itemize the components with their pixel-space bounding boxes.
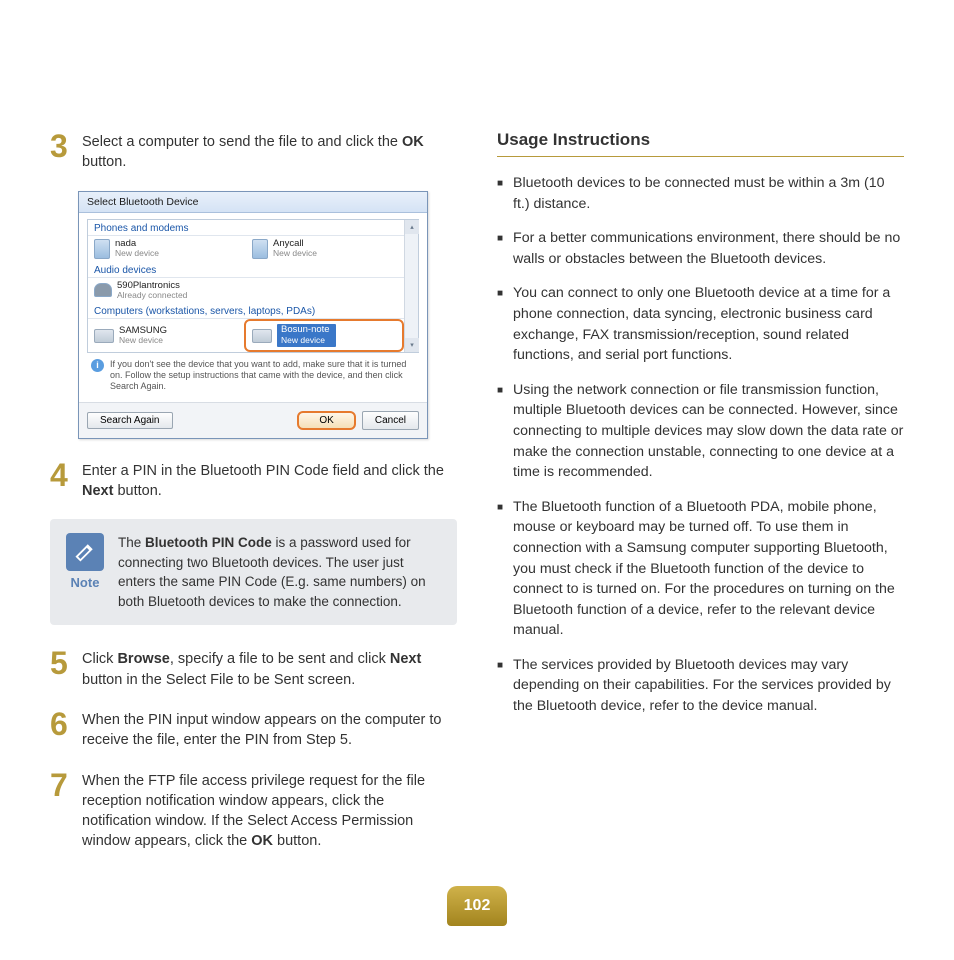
ok-button[interactable]: OK xyxy=(297,411,355,430)
laptop-icon xyxy=(252,329,272,343)
note-box: Note The Bluetooth PIN Code is a passwor… xyxy=(50,519,457,625)
list-item: The Bluetooth function of a Bluetooth PD… xyxy=(497,497,904,641)
category-audio: Audio devices xyxy=(88,262,404,278)
list-item: You can connect to only one Bluetooth de… xyxy=(497,283,904,365)
category-computers: Computers (workstations, servers, laptop… xyxy=(88,303,404,319)
scroll-up-icon[interactable]: ▴ xyxy=(405,220,419,234)
step-text: Click Browse, specify a file to be sent … xyxy=(82,647,457,690)
category-phones: Phones and modems xyxy=(88,220,404,236)
step-number: 4 xyxy=(50,459,74,491)
note-text: The Bluetooth PIN Code is a password use… xyxy=(118,533,441,611)
cancel-button[interactable]: Cancel xyxy=(362,411,419,430)
step-4: 4 Enter a PIN in the Bluetooth PIN Code … xyxy=(50,459,457,502)
phone-icon xyxy=(94,239,110,259)
left-column: 3 Select a computer to send the file to … xyxy=(50,130,457,870)
phone-icon xyxy=(252,239,268,259)
note-icon-block: Note xyxy=(66,533,104,590)
device-bosun-selected[interactable]: Bosun-note New device xyxy=(244,319,404,352)
step-text: Enter a PIN in the Bluetooth PIN Code fi… xyxy=(82,459,457,502)
step-text: Select a computer to send the file to an… xyxy=(82,130,457,173)
device-list: ▴ ▾ Phones and modems nada New device xyxy=(87,219,419,354)
step-number: 3 xyxy=(50,130,74,162)
scroll-down-icon[interactable]: ▾ xyxy=(405,338,419,352)
step-number: 7 xyxy=(50,769,74,801)
page: 3 Select a computer to send the file to … xyxy=(0,0,954,960)
step-3: 3 Select a computer to send the file to … xyxy=(50,130,457,173)
scrollbar[interactable]: ▴ ▾ xyxy=(404,220,418,353)
step-text: When the FTP file access privilege reque… xyxy=(82,769,457,852)
usage-bullets: Bluetooth devices to be connected must b… xyxy=(497,173,904,717)
bluetooth-dialog: Select Bluetooth Device ▴ ▾ Phones and m… xyxy=(78,191,428,439)
list-item: Bluetooth devices to be connected must b… xyxy=(497,173,904,214)
search-again-button[interactable]: Search Again xyxy=(87,412,173,429)
step-6: 6 When the PIN input window appears on t… xyxy=(50,708,457,751)
step-text: When the PIN input window appears on the… xyxy=(82,708,457,751)
list-item: The services provided by Bluetooth devic… xyxy=(497,655,904,717)
step-7: 7 When the FTP file access privilege req… xyxy=(50,769,457,852)
right-column: Usage Instructions Bluetooth devices to … xyxy=(497,130,904,870)
list-item: For a better communications environment,… xyxy=(497,228,904,269)
dialog-info: i If you don't see the device that you w… xyxy=(87,353,419,401)
info-icon: i xyxy=(91,359,104,372)
device-plantronics[interactable]: 590Plantronics Already connected xyxy=(88,278,404,304)
step-number: 5 xyxy=(50,647,74,679)
note-label: Note xyxy=(66,575,104,590)
step-number: 6 xyxy=(50,708,74,740)
step-5: 5 Click Browse, specify a file to be sen… xyxy=(50,647,457,690)
device-anycall[interactable]: Anycall New device xyxy=(246,236,404,262)
list-item: Using the network connection or file tra… xyxy=(497,380,904,483)
page-number: 102 xyxy=(447,886,507,926)
headset-icon xyxy=(94,283,112,297)
device-nada[interactable]: nada New device xyxy=(88,236,246,262)
dialog-footer: Search Again OK Cancel xyxy=(79,402,427,438)
dialog-body: ▴ ▾ Phones and modems nada New device xyxy=(79,213,427,402)
section-title: Usage Instructions xyxy=(497,130,904,157)
pencil-icon xyxy=(66,533,104,571)
dialog-title: Select Bluetooth Device xyxy=(79,192,427,213)
laptop-icon xyxy=(94,329,114,343)
device-samsung[interactable]: SAMSUNG New device xyxy=(88,319,244,352)
